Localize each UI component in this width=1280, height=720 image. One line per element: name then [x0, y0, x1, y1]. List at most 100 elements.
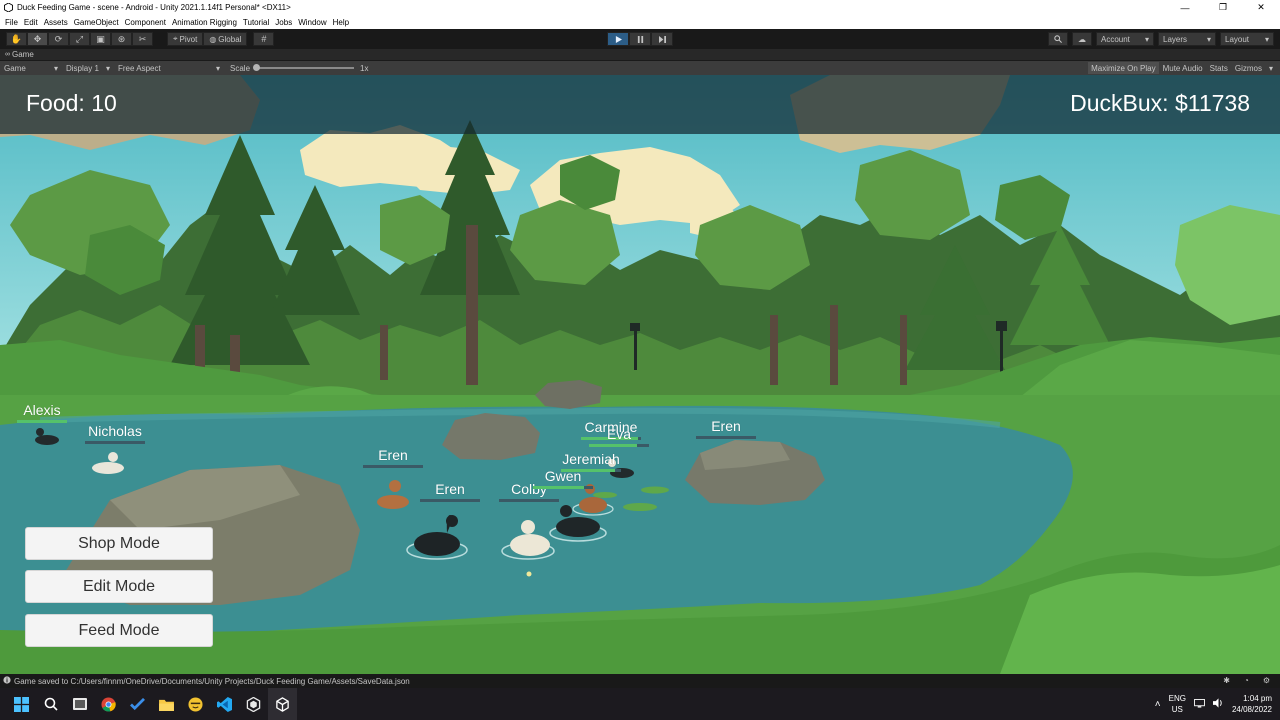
- menu-animation-rigging[interactable]: Animation Rigging: [169, 18, 240, 27]
- scale-slider[interactable]: [253, 64, 355, 71]
- account-dropdown[interactable]: Account ▾: [1096, 32, 1154, 46]
- menu-gameobject[interactable]: GameObject: [71, 18, 122, 27]
- search-icon[interactable]: [36, 688, 65, 720]
- search-icon[interactable]: [1048, 32, 1068, 46]
- step-icon: [658, 35, 666, 43]
- duckbux-counter: DuckBux: $11738: [1070, 90, 1250, 116]
- pause-button[interactable]: [629, 32, 651, 46]
- restore-button[interactable]: ❐: [1204, 0, 1242, 15]
- clock[interactable]: 1:04 pm 24/08/2022: [1232, 693, 1272, 715]
- unity-editor-icon[interactable]: [268, 688, 297, 720]
- scale-value: 1x: [360, 63, 369, 73]
- play-button[interactable]: [607, 32, 629, 46]
- step-button[interactable]: [651, 32, 673, 46]
- unity-logo-icon: [3, 3, 13, 13]
- chrome-icon[interactable]: [94, 688, 123, 720]
- layout-dropdown[interactable]: Layout ▾: [1220, 32, 1274, 46]
- play-icon: [615, 35, 622, 43]
- menu-edit[interactable]: Edit: [21, 18, 41, 27]
- windows-start-icon[interactable]: [7, 688, 36, 720]
- grid-snap-icon[interactable]: #: [253, 32, 275, 46]
- health-bar: [561, 469, 621, 472]
- health-bar: [17, 420, 67, 423]
- health-bar-fill: [533, 486, 584, 489]
- mute-audio-toggle[interactable]: Mute Audio: [1160, 62, 1206, 74]
- chevron-up-icon[interactable]: ˄: [1155, 699, 1161, 710]
- tab-game-label: Game: [12, 50, 34, 59]
- console-status-bar[interactable]: Game saved to C:/Users/finnm/OneDrive/Do…: [0, 674, 1280, 688]
- settings-icon[interactable]: ⚙: [1263, 676, 1270, 685]
- shop-mode-button[interactable]: Shop Mode: [25, 527, 213, 560]
- menu-help[interactable]: Help: [330, 18, 352, 27]
- cloud-icon[interactable]: ☁: [1072, 32, 1092, 46]
- emoji-app-icon[interactable]: [181, 688, 210, 720]
- feed-mode-button[interactable]: Feed Mode: [25, 614, 213, 647]
- vscode-icon[interactable]: [210, 688, 239, 720]
- gizmos-toggle[interactable]: Gizmos: [1232, 62, 1265, 74]
- food-counter: Food: 10: [26, 90, 117, 116]
- global-toggle[interactable]: ◍ Global: [203, 32, 248, 46]
- rect-tool-icon[interactable]: ▣: [90, 32, 111, 46]
- windows-taskbar: ˄ ENG US 1:04 pm 24/08/2022: [0, 688, 1280, 720]
- menu-file[interactable]: File: [2, 18, 21, 27]
- language-indicator[interactable]: ENG US: [1169, 693, 1186, 715]
- display-dropdown[interactable]: Display 1 ▾: [62, 64, 114, 73]
- health-bar: [533, 486, 593, 489]
- pause-icon: [637, 35, 643, 43]
- game-tab-icon: ∞: [5, 51, 10, 58]
- stats-toggle[interactable]: Stats: [1207, 62, 1231, 74]
- health-bar: [696, 436, 756, 439]
- menu-window[interactable]: Window: [295, 18, 329, 27]
- bug-icon[interactable]: ✱: [1223, 676, 1230, 685]
- menu-tutorial[interactable]: Tutorial: [240, 18, 272, 27]
- pivot-label: Pivot: [179, 34, 198, 44]
- rotate-tool-icon[interactable]: ⟳: [48, 32, 69, 46]
- edit-mode-button[interactable]: Edit Mode: [25, 570, 213, 603]
- language-code: ENG: [1168, 694, 1186, 703]
- duck-tag-nicholas: Nicholas: [84, 423, 146, 444]
- health-bar: [499, 499, 559, 502]
- layers-dropdown[interactable]: Layers ▾: [1158, 32, 1216, 46]
- duck-name: Alexis: [23, 402, 61, 418]
- task-view-icon[interactable]: [65, 688, 94, 720]
- clock-date: 24/08/2022: [1231, 705, 1272, 714]
- tab-game[interactable]: ∞ Game: [0, 50, 34, 59]
- pivot-toggle[interactable]: ⌖ Pivot: [167, 32, 204, 46]
- todo-icon[interactable]: [123, 688, 152, 720]
- menu-component[interactable]: Component: [122, 18, 169, 27]
- progress-icon[interactable]: ◔: [1244, 676, 1249, 685]
- chevron-down-icon[interactable]: ▾: [1266, 62, 1276, 74]
- game-view[interactable]: Food: 10 DuckBux: $11738 Alexis Nicholas…: [0, 75, 1280, 674]
- global-label: Global: [218, 34, 242, 44]
- maximize-on-play-toggle[interactable]: Maximize On Play: [1088, 62, 1159, 74]
- custom-tool-icon[interactable]: ✂: [132, 32, 153, 46]
- file-explorer-icon[interactable]: [152, 688, 181, 720]
- duck-name: Eren: [711, 418, 741, 434]
- layers-label: Layers: [1163, 34, 1188, 44]
- display-icon[interactable]: [1194, 698, 1205, 710]
- layout-label: Layout: [1225, 34, 1250, 44]
- menu-jobs[interactable]: Jobs: [272, 18, 295, 27]
- menu-assets[interactable]: Assets: [41, 18, 71, 27]
- scale-tool-icon[interactable]: ⤢: [69, 32, 90, 46]
- health-bar: [420, 499, 480, 502]
- clock-time: 1:04 pm: [1243, 694, 1272, 703]
- game-tab-row: ∞ Game: [0, 49, 1280, 61]
- minimize-button[interactable]: —: [1166, 0, 1204, 15]
- volume-icon[interactable]: [1212, 698, 1224, 710]
- chevron-down-icon: ▾: [215, 63, 220, 73]
- view-dropdown[interactable]: Game ▾: [0, 64, 62, 73]
- aspect-dropdown[interactable]: Free Aspect ▾: [114, 64, 224, 73]
- transform-tool-icon[interactable]: ⊛: [111, 32, 132, 46]
- globe-icon: ◍: [209, 34, 217, 44]
- unity-hub-icon[interactable]: [239, 688, 268, 720]
- scale-slider-handle[interactable]: [253, 64, 261, 71]
- region-code: US: [1171, 705, 1183, 714]
- close-button[interactable]: ✕: [1242, 0, 1280, 15]
- hand-tool-icon[interactable]: ✋: [6, 32, 27, 46]
- scale-control: Scale 1x: [224, 64, 368, 73]
- chevron-down-icon: ▾: [1264, 34, 1269, 44]
- duck-name: Jeremiah: [562, 451, 620, 467]
- game-controls: Game ▾ Display 1 ▾ Free Aspect ▾ Scale 1…: [0, 61, 1280, 75]
- move-tool-icon[interactable]: ✥: [27, 32, 48, 46]
